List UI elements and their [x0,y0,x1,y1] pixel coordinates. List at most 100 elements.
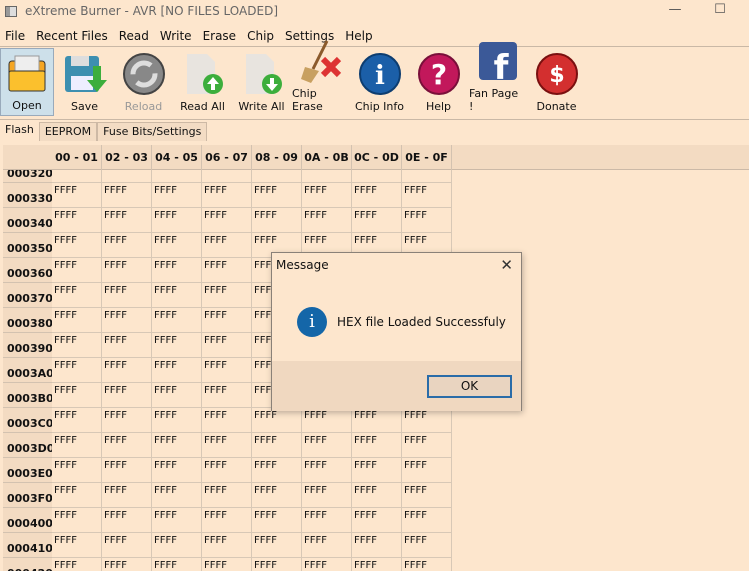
hex-cell[interactable]: FFFF [152,433,202,458]
hex-cell[interactable]: FFFF [52,483,102,508]
hex-cell[interactable]: FFFF [102,458,152,483]
hex-cell[interactable]: FFFF [302,208,352,233]
hex-cell[interactable]: FFFF [302,533,352,558]
hex-cell[interactable]: FFFF [152,233,202,258]
hex-cell[interactable]: FFFF [52,433,102,458]
save-button[interactable]: Save [56,48,113,116]
hex-cell[interactable]: FFFF [52,258,102,283]
hex-cell[interactable]: FFFF [102,258,152,283]
tab-fuse-bits-settings[interactable]: Fuse Bits/Settings [97,122,208,141]
hex-cell[interactable]: FFFF [202,283,252,308]
chip-erase-button[interactable]: Chip Erase [292,40,349,116]
hex-cell[interactable]: FFFF [102,383,152,408]
hex-cell[interactable]: FFFF [52,558,102,571]
hex-cell[interactable]: FFFF [152,308,202,333]
donate-button[interactable]: $ Donate [528,48,585,116]
close-icon[interactable]: ✕ [500,256,513,274]
hex-cell[interactable]: FFFF [202,383,252,408]
hex-cell[interactable]: FFFF [52,383,102,408]
hex-cell[interactable]: FFFF [252,183,302,208]
menu-read[interactable]: Read [114,26,155,46]
hex-cell[interactable]: FFFF [202,558,252,571]
hex-cell[interactable]: FFFF [102,208,152,233]
hex-cell[interactable]: FFFF [252,533,302,558]
hex-cell[interactable]: FFFF [252,458,302,483]
hex-cell[interactable]: FFFF [152,508,202,533]
hex-cell[interactable]: FFFF [252,433,302,458]
hex-cell[interactable]: FFFF [252,558,302,571]
hex-cell[interactable]: FFFF [252,408,302,433]
hex-cell[interactable]: FFFF [52,508,102,533]
menu-help[interactable]: Help [340,26,378,46]
chip-info-button[interactable]: i Chip Info [351,48,408,116]
ok-button[interactable]: OK [427,375,512,398]
hex-cell[interactable]: FFFF [302,433,352,458]
hex-cell[interactable]: FFFF [302,558,352,571]
hex-cell[interactable]: FFFF [202,408,252,433]
hex-cell[interactable]: FFFF [302,458,352,483]
hex-cell[interactable]: FFFF [352,558,402,571]
hex-cell[interactable]: FFFF [102,233,152,258]
hex-cell[interactable]: FFFF [102,508,152,533]
hex-cell[interactable]: FFFF [302,408,352,433]
hex-cell[interactable]: FFFF [102,308,152,333]
hex-cell[interactable]: FFFF [202,183,252,208]
hex-cell[interactable]: FFFF [202,483,252,508]
hex-cell[interactable]: FFFF [202,208,252,233]
hex-cell[interactable]: FFFF [302,483,352,508]
maximize-button[interactable]: ☐ [705,2,735,20]
hex-cell[interactable]: FFFF [352,533,402,558]
hex-cell[interactable]: FFFF [102,433,152,458]
hex-cell[interactable]: FFFF [402,433,452,458]
hex-cell[interactable]: FFFF [52,233,102,258]
hex-cell[interactable]: FFFF [402,508,452,533]
hex-cell[interactable]: FFFF [402,558,452,571]
hex-cell[interactable]: FFFF [252,508,302,533]
open-button[interactable]: Open [0,48,54,116]
help-button[interactable]: ? Help [410,48,467,116]
hex-cell[interactable]: FFFF [102,483,152,508]
hex-cell[interactable]: FFFF [202,308,252,333]
hex-cell[interactable]: FFFF [352,433,402,458]
hex-cell[interactable]: FFFF [102,358,152,383]
hex-cell[interactable]: FFFF [152,183,202,208]
hex-cell[interactable]: FFFF [152,333,202,358]
hex-cell[interactable]: FFFF [102,533,152,558]
hex-cell[interactable]: FFFF [52,358,102,383]
hex-cell[interactable]: FFFF [152,558,202,571]
hex-cell[interactable]: FFFF [352,483,402,508]
hex-cell[interactable]: FFFF [52,408,102,433]
menu-chip[interactable]: Chip [242,26,280,46]
hex-cell[interactable]: FFFF [402,458,452,483]
hex-cell[interactable]: FFFF [402,533,452,558]
menu-recent-files[interactable]: Recent Files [31,26,114,46]
fan-page-button[interactable]: f Fan Page ! [469,42,526,116]
hex-cell[interactable]: FFFF [152,483,202,508]
hex-cell[interactable]: FFFF [102,333,152,358]
hex-cell[interactable]: FFFF [152,283,202,308]
tab-eeprom[interactable]: EEPROM [38,122,98,141]
hex-cell[interactable]: FFFF [252,208,302,233]
hex-cell[interactable]: FFFF [402,183,452,208]
hex-cell[interactable]: FFFF [102,408,152,433]
hex-cell[interactable]: FFFF [402,408,452,433]
hex-cell[interactable]: FFFF [52,458,102,483]
hex-cell[interactable]: FFFF [102,558,152,571]
hex-cell[interactable]: FFFF [352,458,402,483]
hex-cell[interactable]: FFFF [202,233,252,258]
hex-cell[interactable]: FFFF [402,483,452,508]
write-all-button[interactable]: Write All [233,48,290,116]
hex-cell[interactable]: FFFF [52,208,102,233]
hex-cell[interactable]: FFFF [52,183,102,208]
hex-cell[interactable]: FFFF [152,358,202,383]
hex-cell[interactable]: FFFF [152,383,202,408]
hex-cell[interactable]: FFFF [202,433,252,458]
hex-cell[interactable]: FFFF [152,208,202,233]
hex-cell[interactable]: FFFF [102,183,152,208]
hex-cell[interactable]: FFFF [202,458,252,483]
menu-erase[interactable]: Erase [198,26,243,46]
hex-cell[interactable]: FFFF [202,358,252,383]
hex-cell[interactable]: FFFF [52,308,102,333]
hex-cell[interactable]: FFFF [52,283,102,308]
menu-file[interactable]: File [0,26,31,46]
